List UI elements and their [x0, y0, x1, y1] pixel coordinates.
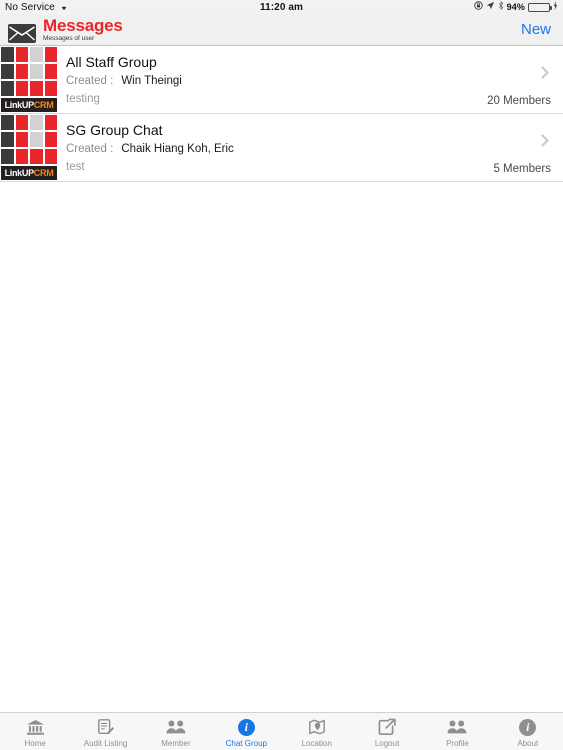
logo-cell: [30, 115, 43, 130]
logo-cell: [30, 64, 43, 79]
new-button[interactable]: New: [521, 21, 551, 38]
tab-location[interactable]: Location: [282, 713, 352, 750]
logo-wordmark: LinkUP CRM: [1, 166, 57, 180]
logo-cell: [44, 81, 57, 96]
logo-name-primary: LinkUP: [4, 100, 35, 110]
logo-cell: [15, 47, 28, 62]
logo-cell: [1, 132, 14, 147]
tab-label: Audit Listing: [83, 738, 128, 748]
location-arrow-icon: [486, 1, 495, 13]
tab-label: Member: [161, 738, 191, 748]
clipboard-pencil-icon: [97, 718, 115, 737]
creator-name: Win Theingi: [121, 75, 182, 87]
logo-cell: [30, 132, 43, 147]
tab-bar: Home Audit Listing Member i Chat Group Locati…: [0, 712, 563, 750]
row-right: 5 Members: [453, 114, 563, 181]
logo-cell: [44, 64, 57, 79]
chat-group-row[interactable]: LinkUP CRM SG Group Chat Created : Chaik Hia…: [0, 114, 563, 182]
tab-chat-group[interactable]: i Chat Group: [211, 713, 281, 750]
tab-label: Location: [301, 738, 332, 748]
logout-arrow-icon: [378, 718, 396, 737]
tab-label: Home: [24, 738, 46, 748]
logo-cell: [1, 64, 14, 79]
logo-cell: [1, 115, 14, 130]
tab-label: Profile: [446, 738, 469, 748]
member-count: 20 Members: [487, 95, 551, 107]
logo-cell: [30, 47, 43, 62]
logo-cell: [1, 149, 14, 164]
tab-label: Chat Group: [225, 738, 267, 748]
status-bar: No Service 11:20 am 94%: [0, 0, 563, 14]
logo-cell: [15, 81, 28, 96]
logo-name-primary: LinkUP: [4, 168, 35, 178]
content-area: LinkUP CRM All Staff Group Created : Win The…: [0, 46, 563, 712]
avatar: LinkUP CRM: [0, 114, 58, 181]
logo-cell: [44, 149, 57, 164]
linkup-crm-logo: LinkUP CRM: [0, 114, 58, 181]
group-title: All Staff Group: [66, 54, 157, 70]
page-title: Messages: [43, 15, 123, 35]
people-icon: [166, 718, 186, 737]
tab-about[interactable]: i About: [493, 713, 563, 750]
chat-group-row[interactable]: LinkUP CRM All Staff Group Created : Win The…: [0, 46, 563, 114]
people-icon: [447, 718, 467, 737]
created-label: Created :: [66, 143, 114, 155]
bluetooth-icon: [498, 1, 504, 13]
brand: Messages Messages of user: [8, 17, 123, 43]
group-title: SG Group Chat: [66, 122, 163, 138]
logo-name-accent: CRM: [33, 100, 54, 110]
row-body: SG Group Chat Created : Chaik Hiang Koh, E…: [58, 114, 453, 181]
logo-cell: [44, 132, 57, 147]
chevron-right-icon: [536, 66, 549, 79]
member-count: 5 Members: [493, 163, 551, 175]
logo-cell: [1, 47, 14, 62]
tab-home[interactable]: Home: [0, 713, 70, 750]
info-circle-icon: i: [519, 718, 537, 736]
row-right: 20 Members: [453, 46, 563, 113]
message-preview: test: [66, 161, 85, 173]
logo-cell: [44, 47, 57, 62]
logo-cell: [15, 132, 28, 147]
tab-label: Logout: [374, 738, 400, 748]
linkup-crm-logo: LinkUP CRM: [0, 46, 58, 113]
logo-cell: [15, 64, 28, 79]
info-circle-icon: i: [237, 718, 255, 736]
avatar: LinkUP CRM: [0, 46, 58, 113]
logo-cell: [30, 149, 43, 164]
logo-cell: [15, 149, 28, 164]
battery-icon: [528, 2, 552, 12]
group-creator-line: Created : Chaik Hiang Koh, Eric: [66, 141, 443, 157]
logo-wordmark: LinkUP CRM: [1, 98, 57, 112]
tab-logout[interactable]: Logout: [352, 713, 422, 750]
map-pin-icon: [308, 718, 326, 737]
envelope-icon: [8, 23, 36, 43]
chat-group-list: LinkUP CRM All Staff Group Created : Win The…: [0, 46, 563, 182]
app-root: No Service 11:20 am 94% Messages Message…: [0, 0, 563, 750]
charging-bolt-icon: [553, 1, 558, 13]
home-bank-icon: [26, 718, 45, 737]
logo-cell: [1, 81, 14, 96]
info-circle-icon: i: [237, 718, 255, 737]
logo-cell: [30, 81, 43, 96]
message-preview: testing: [66, 93, 100, 105]
group-creator-line: Created : Win Theingi: [66, 73, 443, 89]
tab-member[interactable]: Member: [141, 713, 211, 750]
info-circle-icon: i: [519, 718, 537, 737]
logo-cell: [44, 115, 57, 130]
chevron-right-icon: [536, 134, 549, 147]
page-subtitle: Messages of user: [43, 34, 95, 42]
logo-cell: [15, 115, 28, 130]
battery-percent-label: 94%: [506, 2, 525, 12]
tab-label: About: [517, 738, 539, 748]
created-label: Created :: [66, 75, 114, 87]
status-bar-right: 94%: [473, 1, 558, 13]
rotation-lock-icon: [473, 1, 483, 13]
brand-text: Messages Messages of user: [43, 17, 123, 43]
logo-name-accent: CRM: [33, 168, 54, 178]
creator-name: Chaik Hiang Koh, Eric: [121, 143, 234, 155]
row-body: All Staff Group Created : Win Theingi testi…: [58, 46, 453, 113]
navigation-bar: Messages Messages of user New: [0, 14, 563, 46]
tab-profile[interactable]: Profile: [422, 713, 492, 750]
tab-audit-listing[interactable]: Audit Listing: [70, 713, 140, 750]
